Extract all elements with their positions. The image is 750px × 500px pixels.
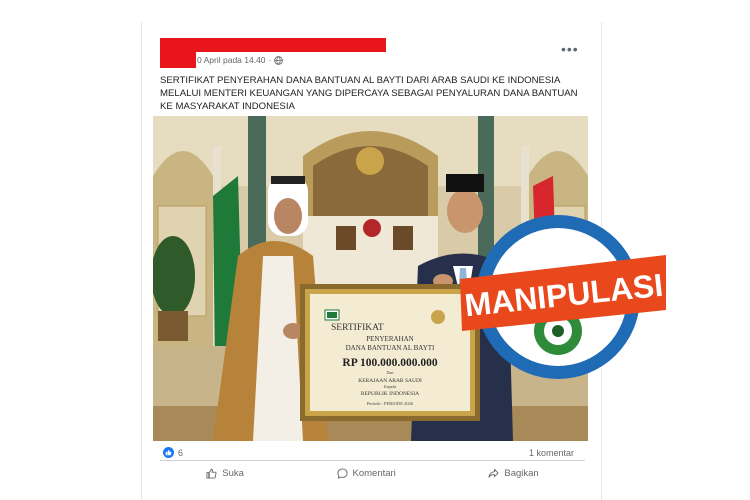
globe-icon: [274, 55, 284, 65]
certificate-amount: RP 100.000.000.000: [342, 357, 437, 369]
comment-button[interactable]: Komentari: [336, 467, 396, 479]
action-divider: [160, 460, 585, 461]
post-meta: 0 April pada 14.40 ·: [197, 55, 284, 65]
comment-count-link[interactable]: 1 komentar: [529, 448, 574, 458]
comment-bubble-icon: [336, 467, 348, 479]
redacted-author-name: [160, 38, 386, 52]
post-timestamp[interactable]: 0 April pada 14.40: [197, 55, 266, 65]
comment-label: Komentari: [352, 467, 396, 479]
reaction-count: 6: [178, 447, 184, 458]
more-options-button[interactable]: •••: [561, 42, 579, 56]
certificate-title: SERTIFIKAT: [331, 323, 384, 333]
like-reaction-icon: [163, 447, 174, 458]
reaction-summary[interactable]: 6: [163, 447, 183, 458]
share-button[interactable]: Bagikan: [488, 467, 539, 479]
certificate-line1: PENYERAHAN: [366, 335, 413, 343]
thumbs-up-icon: [206, 468, 217, 479]
manipulasi-stamp: MANIPULASI: [458, 207, 668, 387]
certificate-to: REPUBLIK INDONESIA: [361, 391, 419, 397]
certificate-to-label: Kepada: [384, 384, 396, 389]
certificate-line2: DANA BANTUAN AL BAYTI: [346, 344, 435, 352]
share-arrow-icon: [488, 468, 499, 478]
certificate-period: Periode : PERIODE 2026: [367, 401, 414, 406]
like-button[interactable]: Suka: [206, 468, 244, 479]
separator: ·: [268, 55, 272, 65]
share-label: Bagikan: [504, 467, 539, 479]
action-bar: Suka Komentari Bagikan: [160, 463, 585, 483]
like-label: Suka: [222, 467, 244, 479]
post-caption: SERTIFIKAT PENYERAHAN DANA BANTUAN AL BA…: [160, 75, 578, 112]
certificate-from-label: Dari: [386, 370, 394, 375]
